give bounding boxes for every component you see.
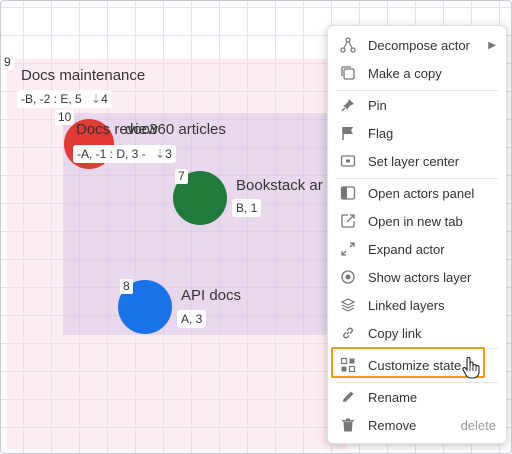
link-icon <box>340 325 356 341</box>
menu-item-label: Open in new tab <box>368 213 463 229</box>
menu-item-label: Flag <box>368 125 394 141</box>
new-tab-icon <box>340 213 356 229</box>
copy-icon <box>340 65 356 81</box>
context-menu: Decompose actor ▶ Make a copy Pin Flag S… <box>327 25 507 444</box>
menu-item-label: Set layer center <box>368 153 460 169</box>
actor-title[interactable]: Bookstack ar <box>236 177 323 194</box>
menu-item-show-actors-layer[interactable]: Show actors layer <box>328 264 506 290</box>
trash-icon <box>340 417 356 433</box>
menu-item-open-new-tab[interactable]: Open in new tab <box>328 208 506 234</box>
pin-icon <box>340 97 356 113</box>
menu-divider <box>336 178 498 179</box>
layer-tag-text: -B, -2 : E, 5 <box>21 92 82 106</box>
menu-item-rename[interactable]: Rename <box>328 384 506 410</box>
menu-item-label: Expand actor <box>368 241 445 257</box>
menu-item-remove[interactable]: Remove delete <box>328 412 506 438</box>
menu-item-open-actors-panel[interactable]: Open actors panel <box>328 180 506 206</box>
actor-tag: A, 3 <box>177 310 207 328</box>
pencil-icon <box>340 389 356 405</box>
menu-item-expand-actor[interactable]: Expand actor <box>328 236 506 262</box>
menu-item-label: Rename <box>368 389 418 405</box>
layer-title[interactable]: doc360 articles <box>125 121 226 138</box>
layer-number: 10 <box>55 110 75 125</box>
actor-title[interactable]: API docs <box>181 287 241 304</box>
layer-tag-count: 3 <box>165 147 172 161</box>
linked-layers-icon <box>340 297 356 313</box>
menu-item-label: Pin <box>368 97 387 113</box>
actor-tag: B, 1 <box>232 199 262 217</box>
shortcut-hint: delete <box>460 417 496 433</box>
menu-item-copy-link[interactable]: Copy link <box>328 320 506 346</box>
menu-item-label: Linked layers <box>368 297 445 313</box>
menu-item-decompose-actor[interactable]: Decompose actor ▶ <box>328 32 506 58</box>
layer-number: 9 <box>1 55 14 70</box>
menu-item-pin[interactable]: Pin <box>328 92 506 118</box>
menu-item-label: Open actors panel <box>368 185 475 201</box>
layer-tag-count: 4 <box>101 92 108 106</box>
expand-icon <box>340 241 356 257</box>
layer-tag-text: -A, -1 : D, 3 - <box>77 147 146 161</box>
decompose-icon <box>340 37 356 53</box>
menu-item-label: Remove <box>368 417 417 433</box>
menu-item-label: Copy link <box>368 325 422 341</box>
flag-icon <box>340 125 356 141</box>
menu-divider <box>336 382 498 383</box>
menu-divider <box>336 90 498 91</box>
panel-icon <box>340 185 356 201</box>
link-count-icon: ⇣ <box>155 147 166 161</box>
menu-item-label: Make a copy <box>368 65 442 81</box>
menu-item-linked-layers[interactable]: Linked layers <box>328 292 506 318</box>
menu-item-flag[interactable]: Flag <box>328 120 506 146</box>
link-count-icon: ⇣ <box>91 92 102 106</box>
layer-tag: -B, -2 : E, 5 ⇣4 <box>17 90 112 108</box>
actor-number: 8 <box>120 279 133 294</box>
actor-number: 7 <box>175 169 188 184</box>
menu-item-label: Decompose actor <box>368 37 470 53</box>
show-layer-icon <box>340 269 356 285</box>
menu-item-label: Show actors layer <box>368 269 472 285</box>
layer-center-icon <box>340 153 356 169</box>
hand-cursor-icon <box>462 357 480 379</box>
chevron-right-icon: ▶ <box>488 39 496 51</box>
layer-tag: -A, -1 : D, 3 - ⇣3 <box>73 145 176 163</box>
menu-item-make-copy[interactable]: Make a copy <box>328 60 506 86</box>
menu-item-set-layer-center[interactable]: Set layer center <box>328 148 506 174</box>
layer-title[interactable]: Docs maintenance <box>21 67 145 84</box>
